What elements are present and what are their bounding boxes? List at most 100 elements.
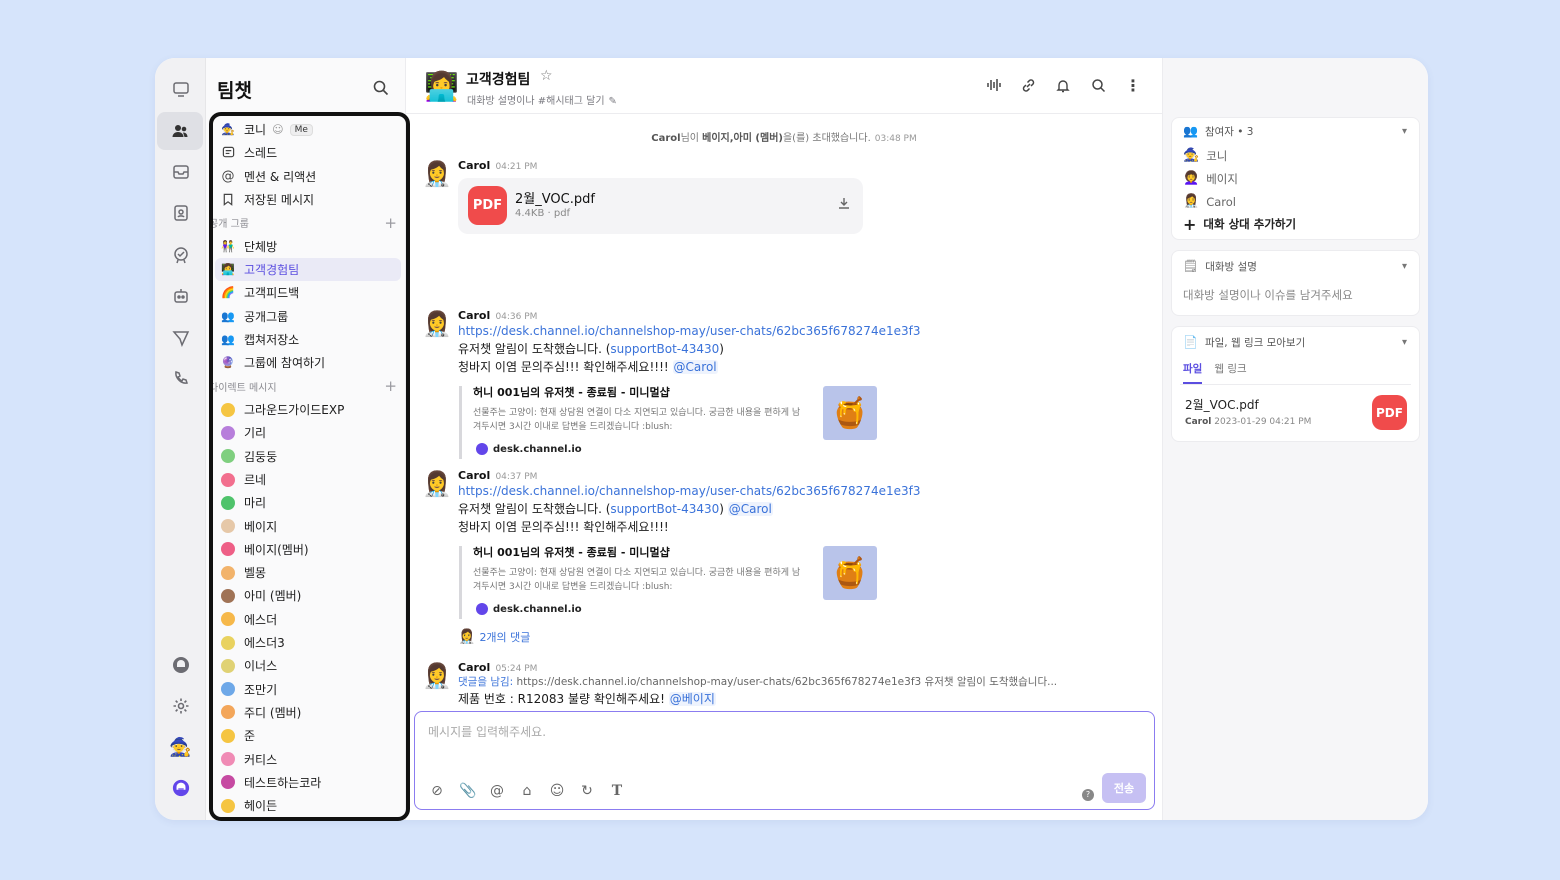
slash-command-icon[interactable]: ⊘	[429, 783, 445, 799]
sidebar-item-group[interactable]: 👥 공개그룹	[215, 305, 401, 328]
bot-link[interactable]: supportBot-43430	[610, 342, 719, 356]
sidebar-item-dm[interactable]: 기리	[215, 421, 401, 444]
user-avatar-icon[interactable]: 👩‍⚕️	[422, 661, 452, 693]
chevron-down-icon[interactable]: ▾	[1402, 126, 1407, 137]
reaction-icon[interactable]: ↻	[579, 783, 595, 799]
monitor-icon[interactable]	[155, 70, 206, 108]
add-group-icon[interactable]: +	[384, 214, 397, 232]
mention[interactable]: @베이지	[668, 692, 716, 706]
bell-icon[interactable]	[1054, 76, 1072, 94]
user-avatar-icon[interactable]: 👩‍⚕️	[422, 159, 452, 191]
sidebar-item-me[interactable]: 🧙 코니 ☺ Me	[215, 118, 401, 141]
sidebar-item-threads[interactable]: 스레드	[215, 141, 401, 164]
participant[interactable]: 👩‍⚕️ Carol	[1172, 190, 1419, 213]
check-badge-icon[interactable]	[155, 236, 206, 274]
sidebar-item-dm[interactable]: 그라운드가이드EXP	[215, 398, 401, 421]
message-link[interactable]: https://desk.channel.io/channelshop-may/…	[458, 484, 920, 498]
mention[interactable]: @Carol	[727, 502, 773, 516]
link-preview[interactable]: 허니 001님의 유저챗 - 종료됨 - 미니멀샵 선물주는 고양이: 현재 상…	[459, 546, 877, 619]
sidebar-item-dm[interactable]: 주디 (멤버)	[215, 701, 401, 724]
sidebar-item-dm[interactable]: 에스더3	[215, 631, 401, 654]
sidebar-item-group[interactable]: 👥 캡쳐저장소	[215, 328, 401, 351]
sidebar-item-dm[interactable]: 베이지	[215, 514, 401, 537]
sidebar-item-group[interactable]: 👩‍💻 고객경험팀	[215, 257, 401, 282]
description-header[interactable]: 🗒 대화방 설명 ▾	[1172, 251, 1419, 281]
mention[interactable]: @Carol	[672, 360, 718, 374]
chat-description[interactable]: 대화방 설명이나 #해시태그 달기 ✎	[467, 92, 617, 107]
link-icon[interactable]	[1019, 76, 1037, 94]
message-link[interactable]: https://desk.channel.io/channelshop-may/…	[458, 324, 920, 338]
bot-icon[interactable]	[155, 277, 206, 315]
edit-icon[interactable]: ✎	[609, 96, 617, 107]
sidebar-item-dm[interactable]: 김둥둥	[215, 445, 401, 468]
settings-icon[interactable]	[155, 687, 206, 725]
emoji-icon[interactable]: ☺	[549, 783, 565, 799]
message-composer[interactable]: 메시지를 입력해주세요. ⊘ 📎 @ ⌂ ☺ ↻ T ? 전송	[414, 711, 1155, 810]
sidebar-item-dm[interactable]: 테스트하는코라	[215, 771, 401, 794]
sidebar-item-dm[interactable]: 헤이든	[215, 794, 401, 817]
reply-context-link[interactable]: 댓글을 남김:	[458, 676, 513, 688]
thread-replies[interactable]: 👩‍⚕️ 2개의 댓글	[458, 629, 1138, 645]
bot-link[interactable]: supportBot-43430	[610, 502, 719, 516]
add-participant-button[interactable]: + 대화 상대 추가하기	[1172, 213, 1419, 239]
voice-icon[interactable]	[984, 76, 1002, 94]
sender-name[interactable]: Carol	[458, 469, 490, 482]
tab-files[interactable]: 파일	[1183, 361, 1203, 384]
composer-input[interactable]: 메시지를 입력해주세요.	[428, 723, 546, 740]
search-icon[interactable]	[1089, 76, 1107, 94]
sidebar-item-dm[interactable]: 이너스	[215, 654, 401, 677]
sidebar-item-dm[interactable]: 에스더	[215, 608, 401, 631]
user-avatar-icon[interactable]: 🧙	[155, 728, 206, 766]
channel-logo-icon[interactable]	[155, 769, 206, 807]
sidebar-item-dm[interactable]: 베이지(멤버)	[215, 538, 401, 561]
tab-links[interactable]: 웹 링크	[1214, 361, 1246, 384]
sidebar-item-saved[interactable]: 저장된 메시지	[215, 188, 401, 211]
team-icon[interactable]	[157, 112, 203, 150]
search-icon[interactable]	[372, 79, 390, 97]
sidebar-item-group[interactable]: 🔮 그룹에 참여하기	[215, 351, 401, 374]
mention-icon[interactable]: @	[489, 783, 505, 799]
attach-icon[interactable]: 📎	[459, 783, 476, 799]
support-icon[interactable]	[155, 646, 206, 684]
more-icon[interactable]: ⋮	[1124, 76, 1142, 95]
download-icon[interactable]	[837, 196, 851, 214]
sender-name[interactable]: Carol	[458, 661, 490, 674]
chevron-down-icon[interactable]: ▾	[1402, 261, 1407, 272]
add-dm-icon[interactable]: +	[384, 377, 397, 395]
user-avatar-icon[interactable]: 👩‍⚕️	[422, 469, 452, 501]
send-button[interactable]: 전송	[1102, 773, 1146, 803]
sidebar-item-dm[interactable]: 마리	[215, 491, 401, 514]
sidebar-item-dm[interactable]: 르네	[215, 468, 401, 491]
participant[interactable]: 👩‍🦱 베이지	[1172, 167, 1419, 190]
chevron-down-icon[interactable]: ▾	[1402, 337, 1407, 348]
star-icon[interactable]: ☆	[540, 68, 553, 84]
description-input[interactable]: 대화방 설명이나 이슈를 남겨주세요	[1172, 281, 1419, 315]
sidebar-item-group[interactable]: 👫 단체방	[215, 235, 401, 258]
call-icon[interactable]	[155, 360, 206, 398]
group-icon: 👫	[221, 239, 235, 253]
status-emoji-icon[interactable]: ☺	[272, 123, 283, 136]
sidebar-item-group[interactable]: 🌈 고객피드백	[215, 281, 401, 304]
sidebar-item-dm[interactable]: 조만기	[215, 678, 401, 701]
file-item[interactable]: 2월_VOC.pdf Carol 2023-01-29 04:21 PM PDF	[1172, 385, 1419, 441]
help-icon[interactable]: ?	[1082, 789, 1094, 801]
send-icon[interactable]	[155, 319, 206, 357]
participants-header[interactable]: 👥 참여자 • 3 ▾	[1172, 118, 1419, 144]
sidebar-item-dm[interactable]: 커티스	[215, 747, 401, 770]
sidebar-item-dm[interactable]: 준	[215, 724, 401, 747]
text-format-icon[interactable]: T	[609, 783, 625, 799]
sidebar-item-dm[interactable]: 아미 (멤버)	[215, 584, 401, 607]
files-header[interactable]: 📄 파일, 웹 링크 모아보기 ▾	[1172, 327, 1419, 357]
sidebar-item-mentions[interactable]: @ 멘션 & 리액션	[215, 165, 401, 188]
participant[interactable]: 🧙 코니	[1172, 144, 1419, 167]
user-avatar-icon[interactable]: 👩‍⚕️	[422, 309, 452, 341]
user-avatar-icon	[221, 775, 235, 790]
sender-name[interactable]: Carol	[458, 159, 490, 172]
tag-icon[interactable]: ⌂	[519, 783, 535, 799]
sidebar-item-dm[interactable]: 벨몽	[215, 561, 401, 584]
contact-icon[interactable]	[155, 194, 206, 232]
inbox-icon[interactable]	[155, 153, 206, 191]
sender-name[interactable]: Carol	[458, 309, 490, 322]
file-attachment[interactable]: PDF 2월_VOC.pdf 4.4KB · pdf	[458, 178, 863, 234]
link-preview[interactable]: 허니 001님의 유저챗 - 종료됨 - 미니멀샵 선물주는 고양이: 현재 상…	[459, 386, 877, 459]
